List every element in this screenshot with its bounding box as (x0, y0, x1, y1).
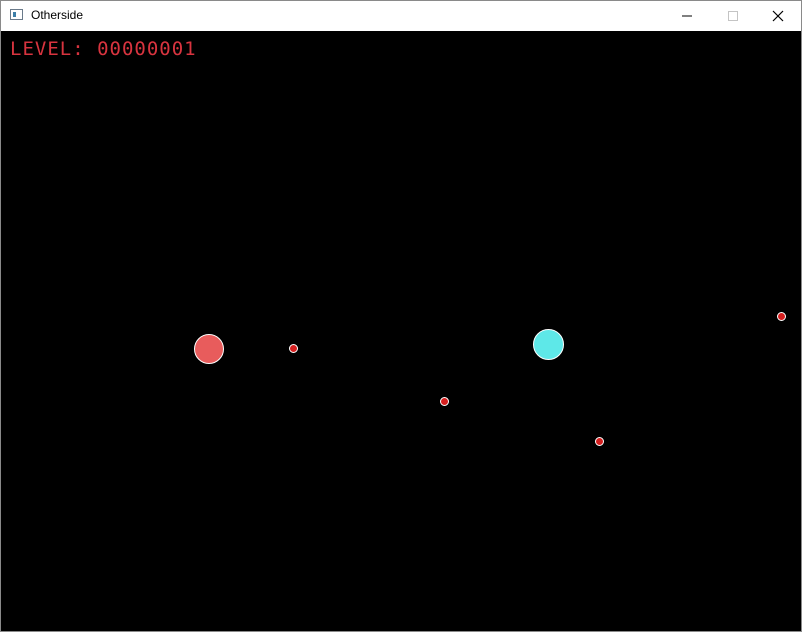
level-counter: LEVEL: 00000001 (10, 38, 197, 60)
player-ball (194, 334, 224, 364)
minimize-icon (682, 15, 692, 17)
close-icon (772, 10, 784, 22)
game-canvas[interactable]: LEVEL: 00000001 (1, 31, 801, 631)
close-button[interactable] (755, 1, 801, 31)
minimize-button[interactable] (664, 1, 710, 31)
enemy-dot (777, 312, 786, 321)
maximize-icon (728, 11, 738, 21)
window-title: Otherside (31, 8, 84, 22)
app-window: Otherside LEVEL: 00000001 (0, 0, 802, 632)
enemy-dot (289, 344, 298, 353)
maximize-button[interactable] (710, 1, 756, 31)
enemy-dot (440, 397, 449, 406)
title-bar[interactable]: Otherside (1, 1, 801, 31)
app-window-icon (10, 9, 23, 20)
enemy-dot (595, 437, 604, 446)
goal-ball (533, 329, 564, 360)
